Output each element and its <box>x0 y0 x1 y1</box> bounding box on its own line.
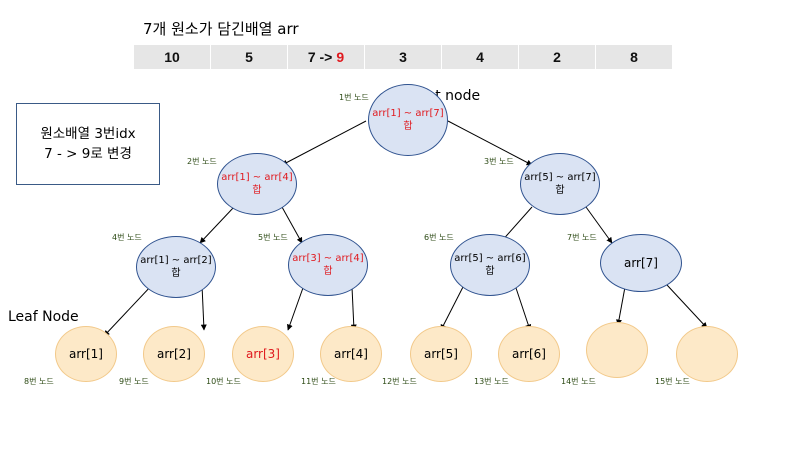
leaf-node-14 <box>586 322 648 378</box>
edge-4-8 <box>103 284 153 337</box>
tree-node-5: arr[3] ~ arr[4] 합 <box>288 234 368 296</box>
tree-node-4-sum: 합 <box>171 268 181 279</box>
leaf-node-10: arr[3] <box>232 326 294 382</box>
leaf-node-10-label: arr[3] <box>245 346 280 361</box>
tree-node-1-range: arr[1] ~ arr[7] <box>372 108 444 119</box>
tree-node-5-range: arr[3] ~ arr[4] <box>292 253 364 264</box>
node-number-14: 14번 노드 <box>561 377 596 386</box>
node-number-11: 11번 노드 <box>301 377 336 386</box>
leaf-node-11: arr[4] <box>320 326 382 382</box>
leaf-node-13-label: arr[6] <box>511 346 546 361</box>
tree-node-4: arr[1] ~ arr[2] 합 <box>136 236 216 298</box>
leaf-node-15 <box>676 326 738 382</box>
node-number-10: 10번 노드 <box>206 377 241 386</box>
leaf-node-8: arr[1] <box>55 326 117 382</box>
tree-node-2-range: arr[1] ~ arr[4] <box>221 172 293 183</box>
edge-2-4 <box>199 206 235 244</box>
node-number-5: 5번 노드 <box>258 233 288 242</box>
tree-node-3: arr[5] ~ arr[7] 합 <box>520 153 600 215</box>
node-number-13: 13번 노드 <box>474 377 509 386</box>
tree-node-5-sum: 합 <box>323 266 333 277</box>
edge-6-12 <box>440 284 465 331</box>
leaf-node-8-label: arr[1] <box>68 346 103 361</box>
tree-node-6-range: arr[5] ~ arr[6] <box>454 253 526 264</box>
node-number-9: 9번 노드 <box>119 377 149 386</box>
edge-5-10 <box>286 284 305 331</box>
node-number-8: 8번 노드 <box>24 377 54 386</box>
node-number-1: 1번 노드 <box>339 93 369 102</box>
leaf-node-12-label: arr[5] <box>423 346 458 361</box>
node-number-4: 4번 노드 <box>112 233 142 242</box>
node-number-2: 2번 노드 <box>187 157 217 166</box>
leaf-node-9-label: arr[2] <box>156 346 191 361</box>
tree-node-3-range: arr[5] ~ arr[7] <box>524 172 596 183</box>
node-number-7: 7번 노드 <box>567 233 597 242</box>
edge-7-15 <box>666 284 708 329</box>
tree-node-1-sum: 합 <box>403 121 413 132</box>
edge-7-14 <box>616 286 626 326</box>
leaf-node-12: arr[5] <box>410 326 472 382</box>
edge-1-2 <box>281 120 367 166</box>
leaf-node-9: arr[2] <box>143 326 205 382</box>
edge-4-9 <box>200 284 207 331</box>
tree-node-7: arr[7] <box>600 234 682 292</box>
leaf-node-13: arr[6] <box>498 326 560 382</box>
tree-node-2: arr[1] ~ arr[4] 합 <box>217 153 297 215</box>
tree-node-6-sum: 합 <box>485 266 495 277</box>
leaf-node-11-label: arr[4] <box>333 346 368 361</box>
tree-node-3-sum: 합 <box>555 185 565 196</box>
node-number-15: 15번 노드 <box>655 377 690 386</box>
node-number-6: 6번 노드 <box>424 233 454 242</box>
edge-6-13 <box>514 284 532 331</box>
tree-node-2-sum: 합 <box>252 185 262 196</box>
edge-5-11 <box>350 286 357 331</box>
tree-node-6: arr[5] ~ arr[6] 합 <box>450 234 530 296</box>
tree-node-1: arr[1] ~ arr[7] 합 <box>368 84 448 156</box>
node-number-3: 3번 노드 <box>484 157 514 166</box>
tree-node-7-range: arr[7] <box>623 255 658 270</box>
node-number-12: 12번 노드 <box>382 377 417 386</box>
tree-node-4-range: arr[1] ~ arr[2] <box>140 255 212 266</box>
